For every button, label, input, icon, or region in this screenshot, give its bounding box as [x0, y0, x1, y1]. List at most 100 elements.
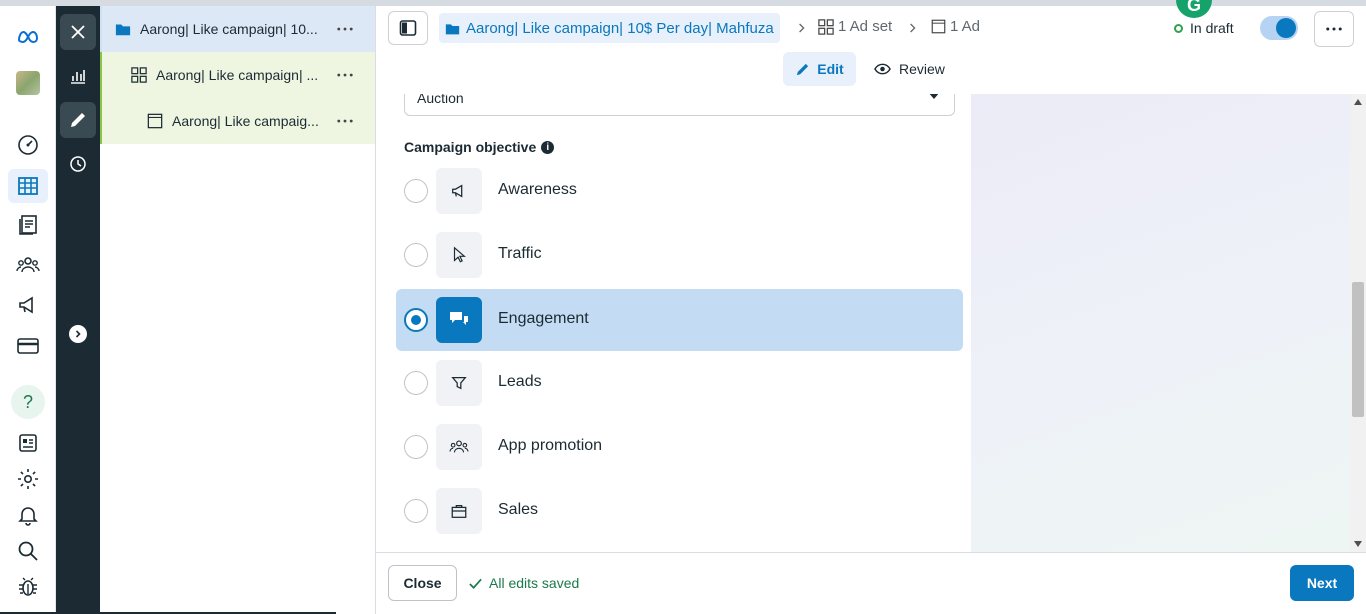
chevron-right-icon: [795, 18, 809, 38]
objective-radio[interactable]: [404, 435, 428, 459]
caret-down-icon: [928, 94, 940, 99]
campaign-objective-title: Campaign objective: [404, 139, 537, 155]
tool-history[interactable]: [60, 146, 96, 182]
more-dots-icon: [1326, 27, 1342, 31]
clock-icon: [70, 156, 86, 172]
tree-adset-row[interactable]: Aarong| Like campaign| ...: [100, 52, 375, 98]
tree-campaign-more-button[interactable]: [335, 19, 355, 39]
objective-option-leads[interactable]: Leads: [396, 352, 963, 414]
objective-option-engagement[interactable]: Engagement: [396, 289, 963, 351]
edit-mode-tab[interactable]: Edit: [783, 52, 856, 86]
rail-overview[interactable]: [8, 128, 48, 162]
campaign-form: Auction Campaign objective i Awareness T…: [376, 94, 1350, 552]
chevron-right-icon: [75, 330, 81, 338]
objective-option-awareness[interactable]: Awareness: [396, 160, 963, 222]
tree-adset-more-button[interactable]: [335, 65, 355, 85]
objective-option-traffic[interactable]: Traffic: [396, 224, 963, 286]
account-avatar-image: [16, 71, 40, 95]
objective-radio[interactable]: [404, 179, 428, 203]
objective-radio[interactable]: [404, 371, 428, 395]
tree-campaign-row[interactable]: Aarong| Like campaign| 10...: [100, 6, 375, 52]
objective-radio-selected[interactable]: [404, 308, 428, 332]
save-status: All edits saved: [468, 575, 579, 591]
rail-help[interactable]: ?: [8, 385, 48, 419]
info-icon[interactable]: i: [541, 140, 555, 154]
objective-label: Awareness: [498, 181, 577, 198]
editor-tool-rail: [56, 6, 100, 614]
tool-edit[interactable]: [60, 102, 96, 138]
ad-frame-icon: [146, 112, 164, 130]
content-scrollbar[interactable]: [1350, 94, 1366, 552]
pencil-icon: [71, 113, 85, 127]
scroll-up-arrow-icon[interactable]: [1354, 99, 1362, 105]
pencil-icon: [797, 63, 809, 75]
rail-business-tools[interactable]: [8, 426, 48, 460]
adset-grid-icon: [130, 66, 148, 84]
campaign-on-off-toggle[interactable]: [1260, 16, 1298, 40]
people-icon: [436, 424, 482, 470]
rail-pages[interactable]: [8, 208, 48, 242]
review-mode-label: Review: [899, 61, 945, 77]
rail-search[interactable]: [8, 534, 48, 568]
more-dots-icon: [337, 27, 353, 31]
breadcrumb-campaign-label: Aarong| Like campaign| 10$ Per day| Mahf…: [466, 19, 774, 37]
rail-audiences[interactable]: [8, 248, 48, 282]
scroll-thumb[interactable]: [1352, 282, 1364, 417]
table-grid-icon: [18, 177, 38, 195]
buying-type-select[interactable]: Auction: [404, 94, 955, 116]
chat-bubbles-icon: [436, 297, 482, 343]
objective-radio[interactable]: [404, 243, 428, 267]
close-editor-button[interactable]: [60, 14, 96, 50]
tree-ad-more-button[interactable]: [335, 111, 355, 131]
tree-ad-label: Aarong| Like campaig...: [172, 113, 319, 129]
status-dot: [1174, 23, 1183, 33]
breadcrumb-adset-label: 1 Ad set: [838, 18, 893, 35]
objective-label: Sales: [498, 501, 539, 518]
rail-report-bug[interactable]: [8, 570, 48, 604]
toggle-side-panel-button[interactable]: [388, 11, 428, 45]
funnel-icon: [436, 360, 482, 406]
objective-radio[interactable]: [404, 499, 428, 523]
tool-charts[interactable]: [60, 58, 96, 94]
buying-type-value: Auction: [417, 94, 464, 106]
breadcrumb-ad[interactable]: 1 Ad: [931, 18, 980, 35]
ad-frame-icon: [931, 19, 946, 34]
breadcrumb-adset[interactable]: 1 Ad set: [818, 18, 892, 35]
pages-icon: [19, 215, 37, 235]
preview-pane: [971, 94, 1350, 552]
tree-campaign-label: Aarong| Like campaign| 10...: [140, 21, 318, 37]
help-icon: ?: [11, 385, 45, 419]
credit-card-icon: [17, 338, 39, 354]
rail-billing[interactable]: [8, 329, 48, 363]
app-rail: ?: [0, 6, 56, 614]
next-button[interactable]: Next: [1290, 565, 1354, 601]
editor-footer: Close All edits saved Next: [376, 552, 1366, 614]
gear-icon: [18, 469, 38, 489]
rail-ads-manager[interactable]: [8, 169, 48, 203]
review-mode-tab[interactable]: Review: [874, 52, 945, 86]
objective-option-sales[interactable]: Sales: [396, 480, 963, 542]
shopping-bag-icon: [436, 488, 482, 534]
objective-option-app-promotion[interactable]: App promotion: [396, 416, 963, 478]
megaphone-icon: [436, 168, 482, 214]
cursor-icon: [436, 232, 482, 278]
close-button[interactable]: Close: [388, 565, 457, 601]
scroll-down-arrow-icon[interactable]: [1354, 541, 1362, 547]
rail-notifications[interactable]: [8, 498, 48, 532]
toggle-knob: [1276, 18, 1296, 38]
tree-ad-row[interactable]: Aarong| Like campaig...: [100, 98, 375, 144]
expand-rail-button[interactable]: [69, 325, 87, 343]
header-more-button[interactable]: [1314, 11, 1354, 47]
edit-mode-label: Edit: [817, 61, 844, 77]
draft-status: In draft: [1174, 20, 1234, 36]
folder-icon: [445, 23, 460, 34]
breadcrumb-campaign[interactable]: Aarong| Like campaign| 10$ Per day| Mahf…: [439, 13, 780, 43]
rail-settings[interactable]: [8, 462, 48, 496]
id-card-icon: [19, 434, 37, 452]
account-avatar[interactable]: [8, 66, 48, 100]
rail-campaigns[interactable]: [8, 288, 48, 322]
meta-logo-icon: [17, 30, 39, 44]
meta-logo[interactable]: [8, 20, 48, 54]
grammarly-extension-icon[interactable]: G: [1176, 0, 1212, 18]
objective-label: Engagement: [498, 310, 589, 327]
